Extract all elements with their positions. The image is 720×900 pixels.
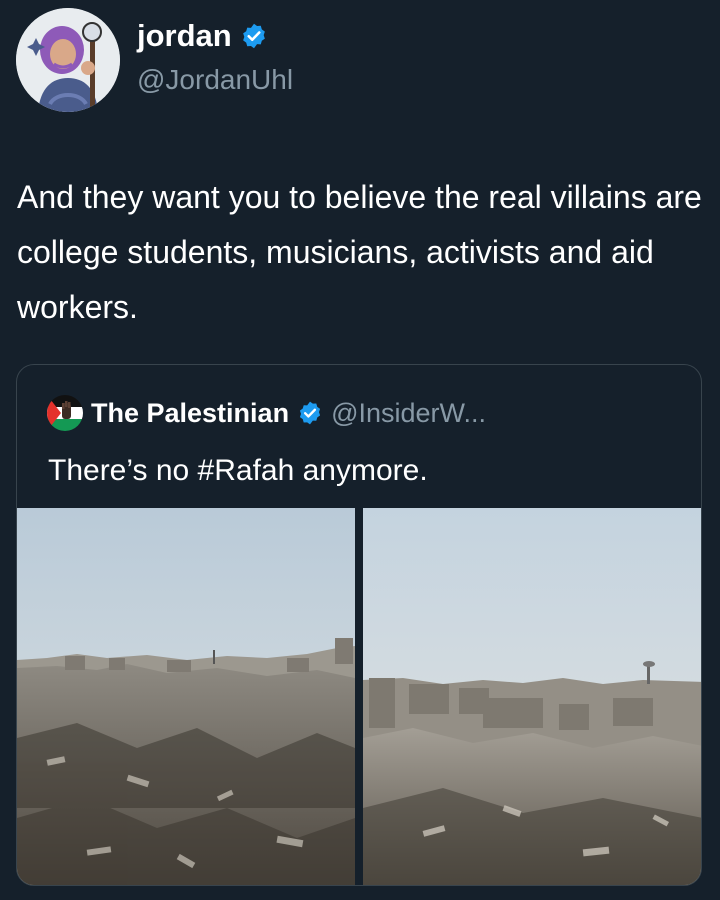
quoted-author-name[interactable]: The Palestinian xyxy=(91,398,289,429)
author-avatar[interactable] xyxy=(16,8,120,112)
author-handle[interactable]: @JordanUhl xyxy=(137,62,293,98)
photo-rubble-wide[interactable] xyxy=(17,508,355,885)
author-name[interactable]: jordan xyxy=(137,16,232,56)
tweet-screenshot: jordan @JordanUhl And they want you to b… xyxy=(0,0,720,900)
verified-badge-icon xyxy=(240,22,268,50)
quoted-tweet-card[interactable]: The Palestinian @InsiderW... There’s no … xyxy=(16,364,702,886)
quoted-author-handle[interactable]: @InsiderW... xyxy=(331,398,486,429)
quoted-author-avatar[interactable] xyxy=(47,395,83,431)
quoted-tweet-header: The Palestinian @InsiderW... xyxy=(47,395,486,431)
quoted-tweet-text: There’s no #Rafah anymore. xyxy=(48,454,428,487)
author-name-row[interactable]: jordan xyxy=(137,16,268,56)
tweet-text: And they want you to believe the real vi… xyxy=(17,179,702,325)
photo-rubble-water-tower[interactable] xyxy=(363,508,701,885)
quoted-verified-badge-icon xyxy=(297,400,323,426)
